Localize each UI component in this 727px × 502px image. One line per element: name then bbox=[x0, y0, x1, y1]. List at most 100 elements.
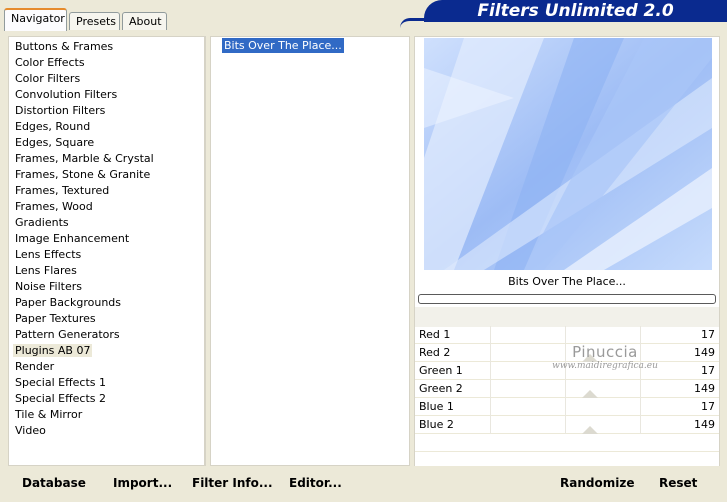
slider-tick bbox=[490, 398, 491, 416]
category-item[interactable]: Color Effects bbox=[9, 55, 204, 71]
category-item-label: Edges, Round bbox=[15, 120, 91, 133]
filter-item-selected[interactable]: Bits Over The Place... bbox=[222, 38, 344, 53]
filter-info-button[interactable]: Filter Info... bbox=[192, 476, 273, 490]
category-item[interactable]: Plugins AB 07 bbox=[9, 343, 204, 359]
category-item[interactable]: Paper Backgrounds bbox=[9, 295, 204, 311]
slider-tick bbox=[490, 380, 491, 398]
category-item[interactable]: Video bbox=[9, 423, 204, 439]
category-item[interactable]: Color Filters bbox=[9, 71, 204, 87]
category-item-label: Frames, Stone & Granite bbox=[15, 168, 151, 181]
slider-thumb[interactable] bbox=[582, 354, 598, 362]
category-item-label: Color Filters bbox=[15, 72, 81, 85]
category-item[interactable]: Buttons & Frames bbox=[9, 39, 204, 55]
param-name: Green 1 bbox=[419, 364, 463, 377]
slider-tick bbox=[565, 398, 566, 416]
param-slider-row[interactable]: Red 2 149 bbox=[415, 344, 719, 362]
import-button[interactable]: Import... bbox=[113, 476, 172, 490]
category-list: Buttons & Frames Color Effects Color Filte… bbox=[9, 37, 204, 439]
tab-about[interactable]: About bbox=[122, 12, 167, 30]
param-slider-row[interactable]: Red 1 17 bbox=[415, 326, 719, 344]
category-item-label: Paper Textures bbox=[15, 312, 96, 325]
reset-button[interactable]: Reset bbox=[659, 476, 697, 490]
slider-thumb[interactable] bbox=[582, 390, 598, 398]
category-item-label: Tile & Mirror bbox=[15, 408, 83, 421]
category-item-label: Convolution Filters bbox=[15, 88, 118, 101]
param-value: 149 bbox=[694, 382, 715, 395]
category-list-panel[interactable]: Buttons & Frames Color Effects Color Filte… bbox=[8, 36, 206, 466]
param-name: Blue 1 bbox=[419, 400, 454, 413]
tab-presets[interactable]: Presets bbox=[69, 12, 120, 30]
category-item[interactable]: Frames, Wood bbox=[9, 199, 204, 215]
category-item[interactable]: Gradients bbox=[9, 215, 204, 231]
slider-tick bbox=[490, 362, 491, 380]
category-item-label: Video bbox=[15, 424, 46, 437]
slider-tick bbox=[490, 416, 491, 434]
param-name: Red 2 bbox=[419, 346, 451, 359]
param-slider-row[interactable]: Green 1 17 bbox=[415, 362, 719, 380]
category-item[interactable]: Distortion Filters bbox=[9, 103, 204, 119]
category-item[interactable]: Special Effects 2 bbox=[9, 391, 204, 407]
param-value: 149 bbox=[694, 346, 715, 359]
category-item[interactable]: Lens Flares bbox=[9, 263, 204, 279]
preview-panel: Bits Over The Place... Red 1 17 Red 2 149 Gr… bbox=[414, 36, 720, 470]
category-item-label: Color Effects bbox=[15, 56, 85, 69]
category-item-label: Lens Flares bbox=[15, 264, 77, 277]
category-item[interactable]: Tile & Mirror bbox=[9, 407, 204, 423]
slider-tick bbox=[640, 398, 641, 416]
category-item-label: Gradients bbox=[15, 216, 69, 229]
slider-tick bbox=[640, 362, 641, 380]
slider-tick bbox=[640, 326, 641, 344]
param-name: Red 1 bbox=[419, 328, 451, 341]
filter-list-panel[interactable]: Bits Over The Place... bbox=[210, 36, 410, 466]
param-name: Blue 2 bbox=[419, 418, 454, 431]
slider-tick bbox=[565, 416, 566, 434]
category-item-label: Edges, Square bbox=[15, 136, 95, 149]
current-filter-name: Bits Over The Place... bbox=[508, 275, 626, 288]
category-item[interactable]: Paper Textures bbox=[9, 311, 204, 327]
category-item[interactable]: Render bbox=[9, 359, 204, 375]
param-slider-row[interactable]: Green 2 149 bbox=[415, 380, 719, 398]
category-item[interactable]: Edges, Square bbox=[9, 135, 204, 151]
slider-tick bbox=[640, 380, 641, 398]
category-item[interactable]: Image Enhancement bbox=[9, 231, 204, 247]
category-item-label: Frames, Wood bbox=[15, 200, 93, 213]
randomize-button[interactable]: Randomize bbox=[560, 476, 634, 490]
bottom-toolbar: Database Import... Filter Info... Editor… bbox=[8, 466, 720, 498]
param-value: 17 bbox=[701, 328, 715, 341]
param-slider-row[interactable]: Blue 2 149 bbox=[415, 416, 719, 434]
separator bbox=[415, 307, 719, 327]
category-item[interactable]: Convolution Filters bbox=[9, 87, 204, 103]
tab-navigator[interactable]: Navigator bbox=[4, 8, 67, 31]
category-item[interactable]: Frames, Marble & Crystal bbox=[9, 151, 204, 167]
param-name: Green 2 bbox=[419, 382, 463, 395]
category-item-label: Lens Effects bbox=[15, 248, 82, 261]
slider-thumb[interactable] bbox=[582, 426, 598, 434]
category-item-label: Pattern Generators bbox=[15, 328, 120, 341]
category-item[interactable]: Frames, Textured bbox=[9, 183, 204, 199]
category-item[interactable]: Noise Filters bbox=[9, 279, 204, 295]
param-value: 17 bbox=[701, 400, 715, 413]
category-item[interactable]: Frames, Stone & Granite bbox=[9, 167, 204, 183]
preview-graphic bbox=[424, 38, 712, 270]
category-item-label: Paper Backgrounds bbox=[15, 296, 122, 309]
database-button[interactable]: Database bbox=[22, 476, 86, 490]
category-item-label: Frames, Textured bbox=[15, 184, 110, 197]
slider-tick bbox=[640, 416, 641, 434]
category-item[interactable]: Edges, Round bbox=[9, 119, 204, 135]
slider-tick bbox=[565, 326, 566, 344]
category-item-label: Buttons & Frames bbox=[15, 40, 114, 53]
progress-bar bbox=[418, 294, 716, 304]
category-item-label: Plugins AB 07 bbox=[13, 344, 93, 357]
category-item-label: Distortion Filters bbox=[15, 104, 106, 117]
slider-tick bbox=[565, 344, 566, 362]
category-item[interactable]: Lens Effects bbox=[9, 247, 204, 263]
empty-param-row bbox=[415, 434, 719, 452]
category-item[interactable]: Special Effects 1 bbox=[9, 375, 204, 391]
category-item-label: Noise Filters bbox=[15, 280, 82, 293]
category-item-label: Render bbox=[15, 360, 55, 373]
editor-button[interactable]: Editor... bbox=[289, 476, 342, 490]
category-item[interactable]: Pattern Generators bbox=[9, 327, 204, 343]
param-slider-row[interactable]: Blue 1 17 bbox=[415, 398, 719, 416]
param-value: 149 bbox=[694, 418, 715, 431]
slider-tick bbox=[490, 344, 491, 362]
